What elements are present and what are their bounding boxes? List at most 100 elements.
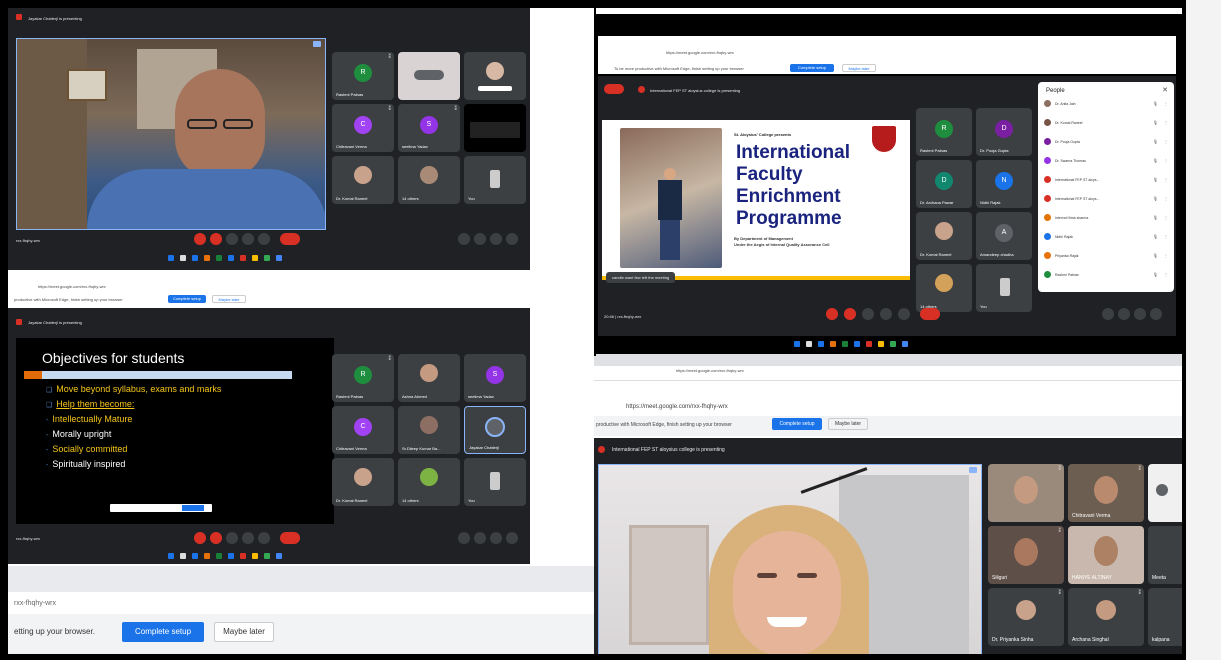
participant-tile[interactable]: Dr. Komal Raneel: [332, 458, 394, 506]
close-icon[interactable]: ✕: [1162, 86, 1168, 94]
activities-button[interactable]: [506, 532, 518, 544]
address-bar[interactable]: https://meet.google.com/rxx-fhqhy-wrx: [666, 50, 734, 55]
people-list-item[interactable]: Nidhi Rajak 🎙 ⋮: [1044, 231, 1170, 243]
participant-tile[interactable]: Dr. Priyanka Sinha ⁑: [988, 588, 1064, 646]
people-list-item[interactable]: Dr. Swarna Thomas 🎙 ⋮: [1044, 155, 1170, 167]
participant-tile[interactable]: You: [976, 264, 1032, 312]
present-button[interactable]: [242, 233, 254, 245]
participant-tile[interactable]: Chitravani Verma ⁑: [1068, 464, 1144, 522]
people-list-item[interactable]: Rashmi Patnas 🎙 ⋮: [1044, 269, 1170, 281]
maybe-later-button[interactable]: Maybe later: [214, 622, 274, 642]
info-button[interactable]: [458, 532, 470, 544]
people-button[interactable]: [1118, 308, 1130, 320]
more-vert-icon[interactable]: ⋮: [1164, 234, 1168, 239]
more-vert-icon[interactable]: ⋮: [1164, 196, 1168, 201]
more-vert-icon[interactable]: ⋮: [1164, 101, 1168, 106]
participant-tile[interactable]: [464, 104, 526, 152]
complete-setup-button[interactable]: Complete setup: [772, 418, 822, 430]
leave-call-button[interactable]: [920, 308, 940, 320]
participant-tile[interactable]: HANIYE ALTINAY: [1068, 526, 1144, 584]
present-button[interactable]: [242, 532, 254, 544]
more-vert-icon[interactable]: ⋮: [1164, 177, 1168, 182]
address-bar[interactable]: https://meet.google.com/rxx-fhqhy-wrx: [38, 284, 106, 289]
activities-button[interactable]: [1150, 308, 1162, 320]
participant-tile[interactable]: D Dr. Pooja Gupta: [976, 108, 1032, 156]
mic-toggle-button[interactable]: [826, 308, 838, 320]
participant-tile[interactable]: [398, 52, 460, 100]
participant-tile[interactable]: C Chitravani Verma ⁑: [332, 104, 394, 152]
complete-setup-button[interactable]: Complete setup: [168, 295, 206, 303]
participant-tile[interactable]: You: [464, 458, 526, 506]
participant-tile[interactable]: 14 others: [916, 264, 972, 312]
participant-tile[interactable]: ⁑: [988, 464, 1064, 522]
people-button[interactable]: [474, 532, 486, 544]
leave-call-button[interactable]: [280, 233, 300, 245]
complete-setup-button[interactable]: Complete setup: [790, 64, 834, 72]
present-button[interactable]: [880, 308, 892, 320]
participant-tile[interactable]: D Dr. Archana Pawar: [916, 160, 972, 208]
participant-tile[interactable]: kalpana: [1148, 588, 1184, 646]
more-vert-icon[interactable]: ⋮: [1164, 120, 1168, 125]
mic-toggle-button[interactable]: [194, 233, 206, 245]
participant-tile[interactable]: Ashna Ahmed: [398, 354, 460, 402]
more-options-button[interactable]: [258, 233, 270, 245]
people-list-item[interactable]: International FEP ST aloys... 🎙 ⋮: [1044, 174, 1170, 186]
participant-tile[interactable]: N Nidhi Rajak: [976, 160, 1032, 208]
mic-toggle-button[interactable]: [194, 532, 206, 544]
chat-button[interactable]: [1134, 308, 1146, 320]
participant-tile[interactable]: You: [464, 156, 526, 204]
participant-tile[interactable]: R Rashmi Patnas: [916, 108, 972, 156]
avatar: [1044, 271, 1051, 278]
participant-tile[interactable]: Archana Singhal ⁑: [1068, 588, 1144, 646]
participant-tile[interactable]: R Rashmi Patnas ⁑: [332, 354, 394, 402]
maybe-later-button[interactable]: Maybe later: [828, 418, 868, 430]
participant-tile[interactable]: 14 others: [398, 458, 460, 506]
participant-tile[interactable]: [1148, 464, 1184, 522]
participant-tile[interactable]: R Rashmi Patnas ⁑: [332, 52, 394, 100]
address-bar-zoom[interactable]: https://meet.google.com/rxx-fhqhy-wrx: [626, 404, 728, 410]
people-list-item[interactable]: Dr. Komal Raneel 🎙 ⋮: [1044, 117, 1170, 129]
maybe-later-button[interactable]: Maybe later: [212, 295, 246, 303]
participant-tile[interactable]: Sseelima Yadav: [464, 354, 526, 402]
participant-tile[interactable]: A Amandeep chadha: [976, 212, 1032, 260]
people-button[interactable]: [474, 233, 486, 245]
people-list-item[interactable]: Dr. Anita Jain 🎙 ⋮: [1044, 98, 1170, 110]
more-options-button[interactable]: [898, 308, 910, 320]
raise-hand-button[interactable]: [226, 233, 238, 245]
participant-tile[interactable]: C Chitravani Verma: [332, 406, 394, 454]
more-vert-icon[interactable]: ⋮: [1164, 139, 1168, 144]
raise-hand-button[interactable]: [226, 532, 238, 544]
complete-setup-button[interactable]: Complete setup: [122, 622, 204, 642]
more-vert-icon[interactable]: ⋮: [1164, 215, 1168, 220]
participant-tile[interactable]: Sseelima Yadav ⁑: [398, 104, 460, 152]
camera-toggle-button[interactable]: [844, 308, 856, 320]
leave-call-button[interactable]: [280, 532, 300, 544]
maybe-later-button[interactable]: Maybe later: [842, 64, 876, 72]
participant-tile[interactable]: Dr. Komal Raneel: [332, 156, 394, 204]
participant-tile[interactable]: Dr. Komal Raneel: [916, 212, 972, 260]
people-list-item[interactable]: International FEP ST aloys... 🎙 ⋮: [1044, 193, 1170, 205]
more-vert-icon[interactable]: ⋮: [1164, 253, 1168, 258]
more-options-button[interactable]: [258, 532, 270, 544]
participant-tile[interactable]: Sr.Dileep Kumar Ba...: [398, 406, 460, 454]
avatar: R: [354, 64, 372, 82]
more-vert-icon[interactable]: ⋮: [1164, 272, 1168, 277]
people-list-item[interactable]: Priyanka Rajak 🎙 ⋮: [1044, 250, 1170, 262]
participant-tile[interactable]: Jayakar Chatterji: [464, 406, 526, 454]
chat-button[interactable]: [490, 233, 502, 245]
participant-tile[interactable]: 14 others: [398, 156, 460, 204]
participant-tile[interactable]: [464, 52, 526, 100]
info-button[interactable]: [1102, 308, 1114, 320]
chat-button[interactable]: [490, 532, 502, 544]
people-list-item[interactable]: Interval Hima sharma 🎙 ⋮: [1044, 212, 1170, 224]
participant-tile[interactable]: Meeta: [1148, 526, 1184, 584]
raise-hand-button[interactable]: [862, 308, 874, 320]
camera-toggle-button[interactable]: [210, 233, 222, 245]
address-bar[interactable]: https://meet.google.com/rxx-fhqhy-wrx: [676, 368, 744, 373]
participant-tile[interactable]: Siliguri ⁑: [988, 526, 1064, 584]
info-button[interactable]: [458, 233, 470, 245]
more-vert-icon[interactable]: ⋮: [1164, 158, 1168, 163]
activities-button[interactable]: [506, 233, 518, 245]
camera-toggle-button[interactable]: [210, 532, 222, 544]
people-list-item[interactable]: Dr. Pooja Gupta 🎙 ⋮: [1044, 136, 1170, 148]
